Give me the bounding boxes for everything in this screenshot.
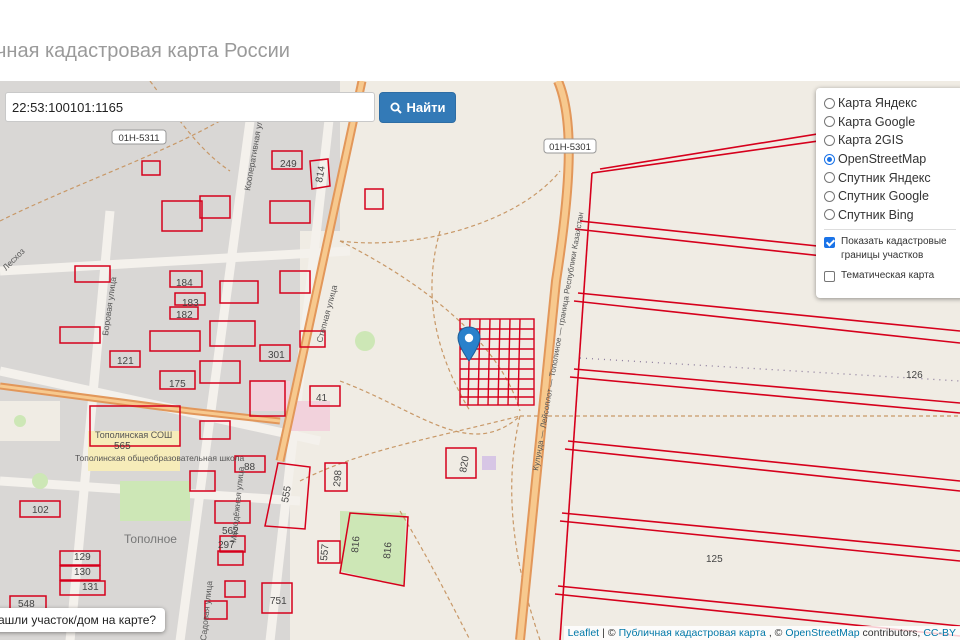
leaflet-link[interactable]: Leaflet — [568, 627, 600, 639]
radio-google-satellite[interactable] — [824, 190, 835, 202]
map-attribution: Leaflet | © Публичная кадастровая карта … — [563, 626, 960, 640]
layer-openstreetmap[interactable]: OpenStreetMap — [824, 150, 960, 169]
radio-openstreetmap[interactable] — [824, 153, 835, 165]
layer-google-satellite[interactable]: Спутник Google — [824, 187, 960, 206]
page: чная кадастровая карта России 01Н-5311 0… — [0, 0, 960, 640]
svg-text:562: 562 — [222, 526, 239, 537]
layer-bing-satellite[interactable]: Спутник Bing — [824, 206, 960, 225]
road-label-01h5311: 01Н-5311 — [118, 133, 159, 144]
svg-text:298: 298 — [332, 469, 344, 487]
search-input[interactable] — [5, 92, 375, 122]
layer-switcher: Карта Яндекс Карта Google Карта 2GIS Ope… — [816, 88, 960, 298]
layer-2gis-map[interactable]: Карта 2GIS — [824, 131, 960, 150]
svg-text:125: 125 — [706, 554, 723, 565]
search-button-label: Найти — [406, 100, 446, 115]
location-marker-icon[interactable] — [457, 326, 481, 362]
svg-text:41: 41 — [316, 393, 328, 404]
cc-by-link[interactable]: CC-BY — [923, 627, 956, 639]
svg-text:102: 102 — [32, 505, 49, 516]
svg-text:182: 182 — [176, 310, 193, 321]
svg-text:Тополинская СОШ: Тополинская СОШ — [95, 430, 172, 440]
svg-text:249: 249 — [280, 159, 297, 170]
svg-text:88: 88 — [244, 462, 256, 473]
osm-link[interactable]: OpenStreetMap — [785, 627, 859, 639]
layer-yandex-map[interactable]: Карта Яндекс — [824, 94, 960, 113]
road-label-01h5301: 01Н-5301 — [549, 142, 591, 153]
svg-text:Тополинская общеобразовательна: Тополинская общеобразовательная школа — [75, 453, 244, 463]
help-prompt[interactable]: ашли участок/дом на карте? — [0, 608, 165, 632]
checkbox-thematic-map[interactable] — [824, 271, 835, 283]
svg-text:816: 816 — [350, 535, 362, 553]
radio-bing-satellite[interactable] — [824, 209, 835, 221]
svg-text:183: 183 — [182, 298, 199, 309]
svg-text:297: 297 — [218, 540, 235, 551]
svg-text:131: 131 — [82, 582, 99, 593]
svg-text:816: 816 — [382, 541, 394, 559]
radio-google-map[interactable] — [824, 116, 835, 128]
layer-google-map[interactable]: Карта Google — [824, 113, 960, 132]
overlay-cadastral-borders[interactable]: Показать кадастровые границы участков — [824, 235, 960, 263]
layer-separator — [824, 229, 956, 231]
page-title: чная кадастровая карта России — [0, 40, 290, 62]
radio-yandex-satellite[interactable] — [824, 172, 835, 184]
search-button[interactable]: Найти — [379, 92, 456, 123]
svg-text:751: 751 — [270, 596, 287, 607]
svg-text:301: 301 — [268, 350, 285, 361]
svg-text:126: 126 — [906, 370, 923, 381]
pkk-link[interactable]: Публичная кадастровая карта — [619, 627, 766, 639]
search-icon — [390, 102, 402, 114]
svg-text:557: 557 — [319, 543, 331, 561]
svg-text:184: 184 — [176, 278, 193, 289]
checkbox-cadastral-borders[interactable] — [824, 237, 835, 249]
svg-text:175: 175 — [169, 379, 186, 390]
overlay-thematic-map[interactable]: Тематическая карта — [824, 269, 960, 283]
svg-text:121: 121 — [117, 356, 134, 367]
radio-2gis-map[interactable] — [824, 134, 835, 146]
svg-text:Тополное: Тополное — [124, 532, 177, 546]
svg-text:565: 565 — [114, 441, 131, 452]
svg-text:130: 130 — [74, 567, 91, 578]
svg-text:129: 129 — [74, 552, 91, 563]
radio-yandex-map[interactable] — [824, 97, 835, 109]
svg-text:820: 820 — [458, 455, 472, 474]
layer-yandex-satellite[interactable]: Спутник Яндекс — [824, 168, 960, 187]
